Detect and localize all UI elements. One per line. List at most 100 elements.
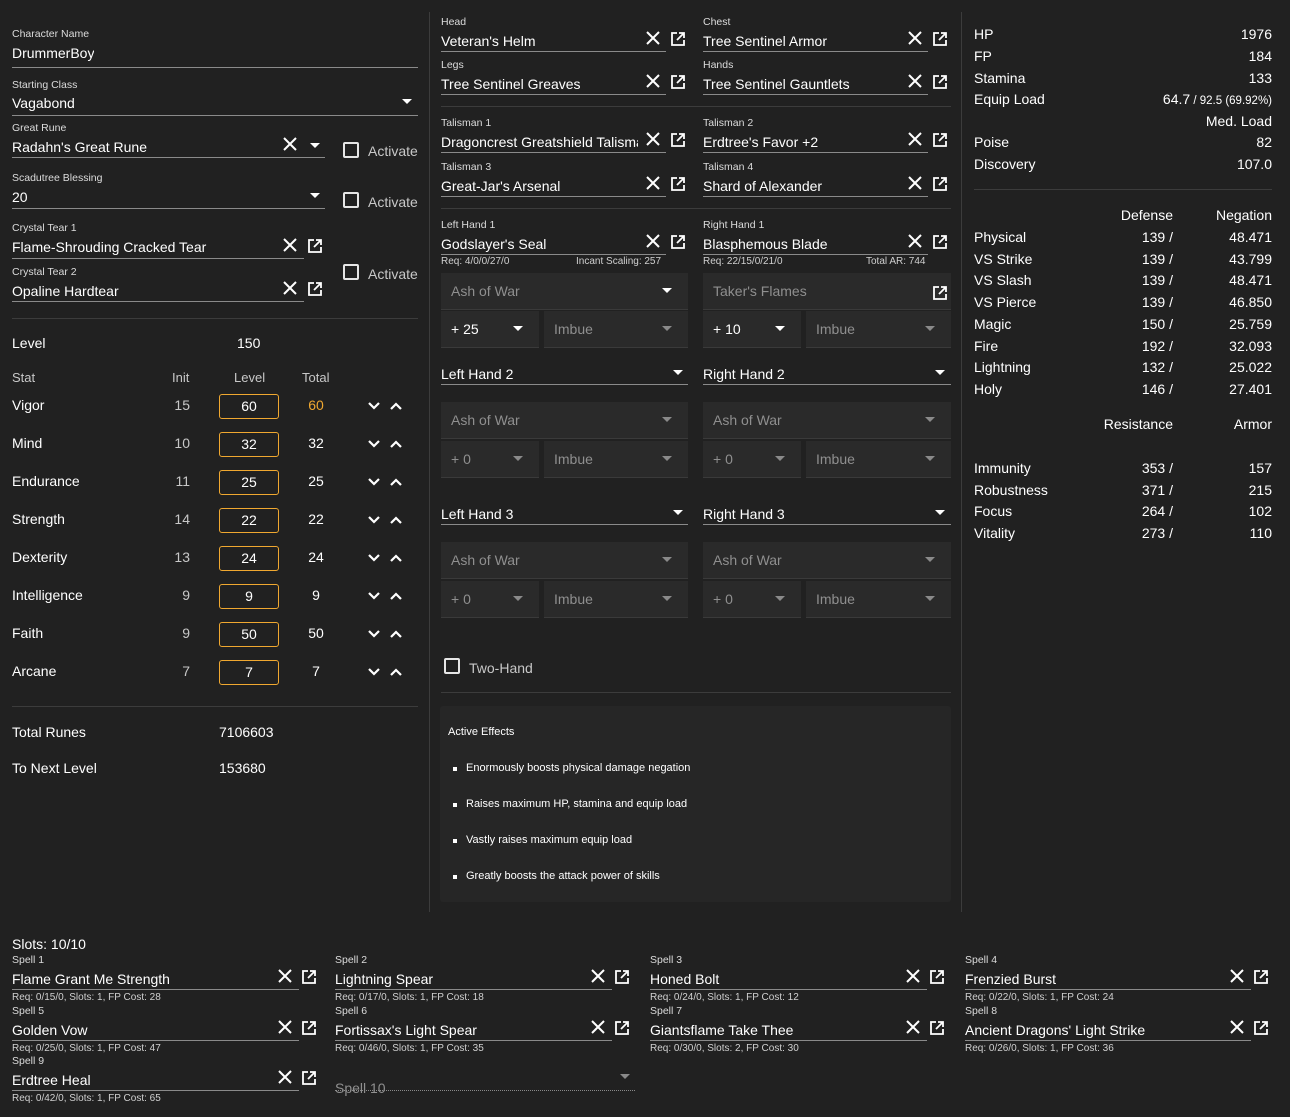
close-icon[interactable] xyxy=(645,233,661,249)
right-hand-1-ash-of-war-select[interactable]: Taker's Flames xyxy=(703,273,951,310)
close-icon[interactable] xyxy=(645,73,661,89)
activate-tears-checkbox[interactable] xyxy=(343,264,359,280)
spell-select[interactable]: Lightning Spear xyxy=(335,971,587,987)
close-icon[interactable] xyxy=(645,30,661,46)
stat-level-input[interactable]: 32 xyxy=(219,432,279,457)
open-in-new-icon[interactable] xyxy=(932,285,948,301)
close-icon[interactable] xyxy=(282,237,298,253)
chevron-down-icon[interactable] xyxy=(366,398,382,414)
close-icon[interactable] xyxy=(907,30,923,46)
close-icon[interactable] xyxy=(645,175,661,191)
starting-class-select[interactable]: Vagabond xyxy=(12,95,75,111)
spell-select[interactable]: Golden Vow xyxy=(12,1022,274,1038)
close-icon[interactable] xyxy=(907,73,923,89)
open-in-new-icon[interactable] xyxy=(301,1070,317,1086)
open-in-new-icon[interactable] xyxy=(301,1020,317,1036)
left-hand-3-select[interactable]: Left Hand 3 xyxy=(441,506,513,522)
chevron-down-icon[interactable] xyxy=(673,510,683,515)
right-hand-1-imbue-select[interactable]: Imbue xyxy=(806,311,951,348)
left-hand-3-ash-of-war-select[interactable]: Ash of War xyxy=(441,542,688,579)
chevron-down-icon[interactable] xyxy=(673,370,683,375)
close-icon[interactable] xyxy=(905,968,921,984)
left-hand-2-ash-of-war-select[interactable]: Ash of War xyxy=(441,402,688,439)
open-in-new-icon[interactable] xyxy=(301,969,317,985)
left-hand-3-upgrade-select[interactable]: + 0 xyxy=(441,581,539,618)
open-in-new-icon[interactable] xyxy=(929,1020,945,1036)
open-in-new-icon[interactable] xyxy=(614,969,630,985)
great-rune-select[interactable]: Radahn's Great Rune xyxy=(12,139,272,155)
close-icon[interactable] xyxy=(907,175,923,191)
chevron-down-icon[interactable] xyxy=(310,143,320,148)
spell-select[interactable]: Fortissax's Light Spear xyxy=(335,1022,587,1038)
stat-level-input[interactable]: 24 xyxy=(219,546,279,571)
chevron-down-icon[interactable] xyxy=(366,664,382,680)
open-in-new-icon[interactable] xyxy=(932,31,948,47)
close-icon[interactable] xyxy=(277,1069,293,1085)
chevron-down-icon[interactable] xyxy=(620,1074,630,1079)
open-in-new-icon[interactable] xyxy=(932,132,948,148)
left-hand-1-ash-of-war-select[interactable]: Ash of War xyxy=(441,273,688,310)
stat-level-input[interactable]: 7 xyxy=(219,660,279,685)
talisman-1-select[interactable]: Dragoncrest Greatshield Talisman xyxy=(441,134,638,150)
chevron-up-icon[interactable] xyxy=(388,436,404,452)
spell-select[interactable]: Honed Bolt xyxy=(650,971,902,987)
close-icon[interactable] xyxy=(1229,1019,1245,1035)
chevron-down-icon[interactable] xyxy=(935,510,945,515)
right-hand-1-select[interactable]: Blasphemous Blade xyxy=(703,236,903,252)
crystal-tear-1-select[interactable]: Flame-Shrouding Cracked Tear xyxy=(12,239,272,255)
left-hand-2-select[interactable]: Left Hand 2 xyxy=(441,366,513,382)
open-in-new-icon[interactable] xyxy=(932,234,948,250)
chevron-down-icon[interactable] xyxy=(366,436,382,452)
open-in-new-icon[interactable] xyxy=(670,31,686,47)
close-icon[interactable] xyxy=(907,233,923,249)
close-icon[interactable] xyxy=(277,1019,293,1035)
open-in-new-icon[interactable] xyxy=(307,281,323,297)
open-in-new-icon[interactable] xyxy=(670,132,686,148)
chevron-up-icon[interactable] xyxy=(388,550,404,566)
character-name-input[interactable]: DrummerBoy xyxy=(12,45,94,61)
chevron-down-icon[interactable] xyxy=(935,370,945,375)
chevron-down-icon[interactable] xyxy=(366,550,382,566)
close-icon[interactable] xyxy=(590,968,606,984)
talisman-4-select[interactable]: Shard of Alexander xyxy=(703,178,903,194)
open-in-new-icon[interactable] xyxy=(614,1020,630,1036)
open-in-new-icon[interactable] xyxy=(929,969,945,985)
right-hand-2-select[interactable]: Right Hand 2 xyxy=(703,366,785,382)
close-icon[interactable] xyxy=(907,131,923,147)
stat-level-input[interactable]: 50 xyxy=(219,622,279,647)
stat-level-input[interactable]: 60 xyxy=(219,394,279,419)
two-hand-checkbox[interactable] xyxy=(444,658,460,674)
open-in-new-icon[interactable] xyxy=(932,74,948,90)
chevron-up-icon[interactable] xyxy=(388,474,404,490)
close-icon[interactable] xyxy=(645,131,661,147)
open-in-new-icon[interactable] xyxy=(307,238,323,254)
talisman-3-select[interactable]: Great-Jar's Arsenal xyxy=(441,178,641,194)
chevron-up-icon[interactable] xyxy=(388,588,404,604)
talisman-2-select[interactable]: Erdtree's Favor +2 xyxy=(703,134,903,150)
right-hand-3-ash-of-war-select[interactable]: Ash of War xyxy=(703,542,951,579)
close-icon[interactable] xyxy=(282,280,298,296)
head-select[interactable]: Veteran's Helm xyxy=(441,33,641,49)
stat-level-input[interactable]: 9 xyxy=(219,584,279,609)
chevron-up-icon[interactable] xyxy=(388,398,404,414)
close-icon[interactable] xyxy=(1229,968,1245,984)
open-in-new-icon[interactable] xyxy=(1253,1020,1269,1036)
left-hand-3-imbue-select[interactable]: Imbue xyxy=(544,581,688,618)
spell-select[interactable]: Erdtree Heal xyxy=(12,1072,274,1088)
left-hand-1-select[interactable]: Godslayer's Seal xyxy=(441,236,641,252)
left-hand-2-upgrade-select[interactable]: + 0 xyxy=(441,441,539,478)
right-hand-2-upgrade-select[interactable]: + 0 xyxy=(703,441,801,478)
open-in-new-icon[interactable] xyxy=(670,176,686,192)
chest-select[interactable]: Tree Sentinel Armor xyxy=(703,33,903,49)
right-hand-3-select[interactable]: Right Hand 3 xyxy=(703,506,785,522)
chevron-down-icon[interactable] xyxy=(366,474,382,490)
close-icon[interactable] xyxy=(905,1019,921,1035)
open-in-new-icon[interactable] xyxy=(1253,969,1269,985)
right-hand-3-upgrade-select[interactable]: + 0 xyxy=(703,581,801,618)
open-in-new-icon[interactable] xyxy=(670,74,686,90)
hands-select[interactable]: Tree Sentinel Gauntlets xyxy=(703,76,903,92)
chevron-up-icon[interactable] xyxy=(388,626,404,642)
left-hand-2-imbue-select[interactable]: Imbue xyxy=(544,441,688,478)
chevron-up-icon[interactable] xyxy=(388,664,404,680)
left-hand-1-imbue-select[interactable]: Imbue xyxy=(544,311,688,348)
